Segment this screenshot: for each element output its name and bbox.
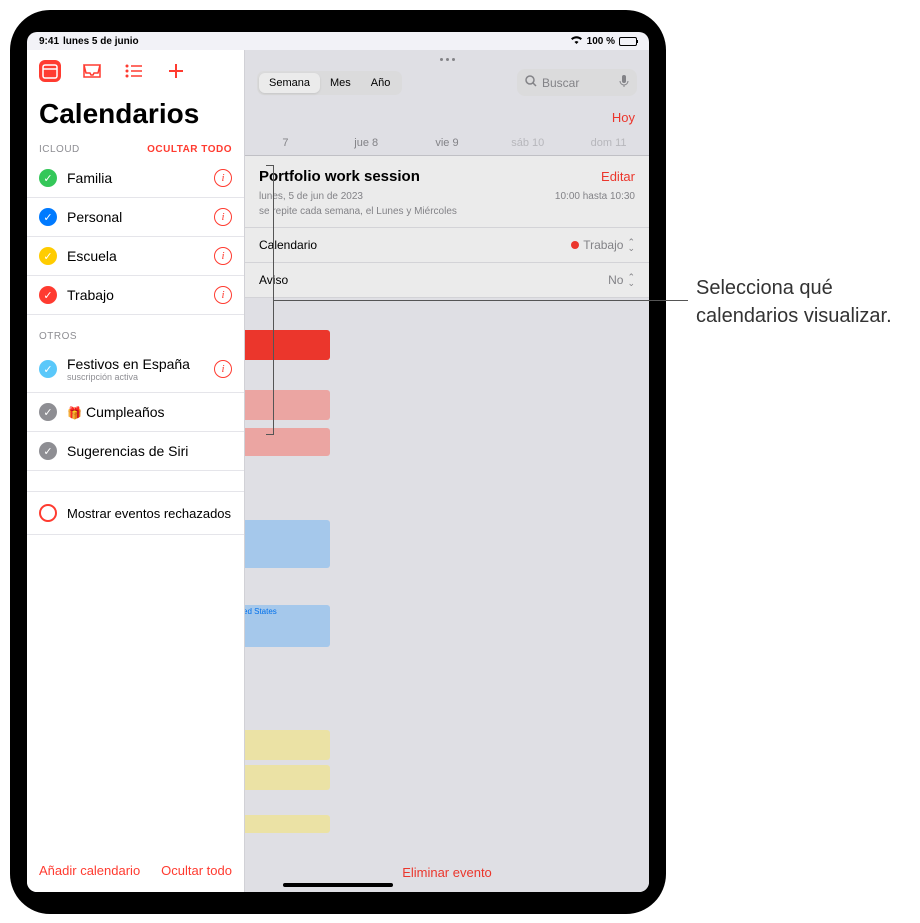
day-column-header[interactable]: jue 8: [326, 137, 407, 149]
info-icon[interactable]: i: [214, 286, 232, 304]
calendar-label: Sugerencias de Siri: [67, 443, 232, 459]
checkmark-icon: ✓: [39, 208, 57, 226]
calendar-label: Festivos en Españasuscripción activa: [67, 356, 204, 382]
info-icon[interactable]: i: [214, 247, 232, 265]
calendar-label: Trabajo: [67, 287, 204, 303]
calendar-item[interactable]: ✓ Trabajo i: [27, 276, 244, 315]
search-input[interactable]: Buscar: [517, 69, 637, 96]
rejected-label: Mostrar eventos rechazados: [67, 506, 231, 521]
ipad-device-frame: 9:41 lunes 5 de junio 100 %: [10, 10, 666, 914]
calendar-item[interactable]: ✓ 🎁Cumpleaños: [27, 393, 244, 432]
alert-row[interactable]: Aviso No ⌃⌄: [245, 263, 649, 298]
checkmark-icon: ✓: [39, 286, 57, 304]
checkmark-icon: ✓: [39, 442, 57, 460]
show-rejected-toggle[interactable]: Mostrar eventos rechazados: [27, 491, 244, 535]
screen: 9:41 lunes 5 de junio 100 %: [27, 32, 649, 892]
section-icloud-label: ICLOUD: [39, 144, 80, 155]
event-time: 10:00 hasta 10:30: [555, 191, 635, 202]
event-date: lunes, 5 de jun de 2023: [259, 191, 363, 202]
checkmark-icon: ✓: [39, 169, 57, 187]
calendar-label: Escuela: [67, 248, 204, 264]
calendar-item[interactable]: ✓ Festivos en Españasuscripción activa i: [27, 346, 244, 393]
calendar-label: Personal: [67, 209, 204, 225]
info-icon[interactable]: i: [214, 360, 232, 378]
checkmark-icon: ✓: [39, 403, 57, 421]
calendar-label: Familia: [67, 170, 204, 186]
unchecked-circle-icon: [39, 504, 57, 522]
add-icon[interactable]: [165, 60, 187, 82]
gift-icon: 🎁: [67, 406, 82, 420]
hide-all-button[interactable]: Ocultar todo: [161, 863, 232, 878]
info-icon[interactable]: i: [214, 169, 232, 187]
event-detail-panel: Portfolio work session Editar lunes, 5 d…: [245, 156, 649, 298]
inbox-icon[interactable]: [81, 60, 103, 82]
list-icon[interactable]: [123, 60, 145, 82]
mic-icon[interactable]: [619, 74, 629, 91]
calendar-sublabel: suscripción activa: [67, 372, 204, 382]
info-icon[interactable]: i: [214, 208, 232, 226]
window-dots-icon[interactable]: [440, 58, 455, 61]
edit-button[interactable]: Editar: [601, 169, 635, 184]
wifi-icon: [570, 35, 583, 47]
search-placeholder: Buscar: [542, 76, 579, 90]
calendar-item[interactable]: ✓ Sugerencias de Siri: [27, 432, 244, 471]
callout-bracket: [266, 165, 274, 435]
event-repeat: se repite cada semana, el Lunes y Miérco…: [245, 206, 649, 228]
home-indicator[interactable]: [283, 883, 393, 887]
calendar-row[interactable]: Calendario Trabajo ⌃⌄: [245, 228, 649, 263]
calendar-icon[interactable]: [39, 60, 61, 82]
segment-week[interactable]: Semana: [259, 73, 320, 93]
day-column-header[interactable]: 7: [245, 137, 326, 149]
calendar-item[interactable]: ✓ Escuela i: [27, 237, 244, 276]
chevron-updown-icon: ⌃⌄: [627, 274, 635, 286]
today-button[interactable]: Hoy: [245, 104, 649, 131]
battery-percent: 100 %: [587, 36, 615, 47]
status-date: lunes 5 de junio: [63, 36, 139, 47]
day-column-header[interactable]: sáb 10: [487, 137, 568, 149]
search-icon: [525, 75, 537, 90]
day-column-header[interactable]: vie 9: [407, 137, 488, 149]
main-content: Semana Mes Año Buscar H: [245, 50, 649, 892]
sidebar-title: Calendarios: [27, 92, 244, 140]
view-segmented-control[interactable]: Semana Mes Año: [257, 71, 402, 95]
alert-value: No: [608, 273, 623, 287]
checkmark-icon: ✓: [39, 360, 57, 378]
calendar-color-dot: [571, 241, 579, 249]
section-other-label: OTROS: [39, 331, 77, 342]
checkmark-icon: ✓: [39, 247, 57, 265]
bg-event-label: ited States: [235, 605, 330, 647]
calendar-item[interactable]: ✓ Personal i: [27, 198, 244, 237]
calendar-item[interactable]: ✓ Familia i: [27, 159, 244, 198]
calendar-label: 🎁Cumpleaños: [67, 404, 232, 420]
battery-icon: [619, 37, 637, 46]
chevron-updown-icon: ⌃⌄: [627, 239, 635, 251]
annotation-text: Selecciona qué calendarios visualizar.: [696, 274, 906, 330]
add-calendar-button[interactable]: Añadir calendario: [39, 863, 140, 878]
callout-line: [274, 300, 688, 301]
sidebar-toolbar: [27, 50, 244, 92]
hide-all-icloud-button[interactable]: OCULTAR TODO: [147, 144, 232, 155]
segment-year[interactable]: Año: [361, 73, 401, 93]
segment-month[interactable]: Mes: [320, 73, 361, 93]
status-time: 9:41: [39, 36, 59, 47]
event-title: Portfolio work session: [259, 168, 420, 185]
calendars-sidebar: Calendarios ICLOUD OCULTAR TODO ✓ Famili…: [27, 50, 245, 892]
day-column-header[interactable]: dom 11: [568, 137, 649, 149]
calendar-value: Trabajo: [583, 238, 623, 252]
status-bar: 9:41 lunes 5 de junio 100 %: [27, 32, 649, 50]
